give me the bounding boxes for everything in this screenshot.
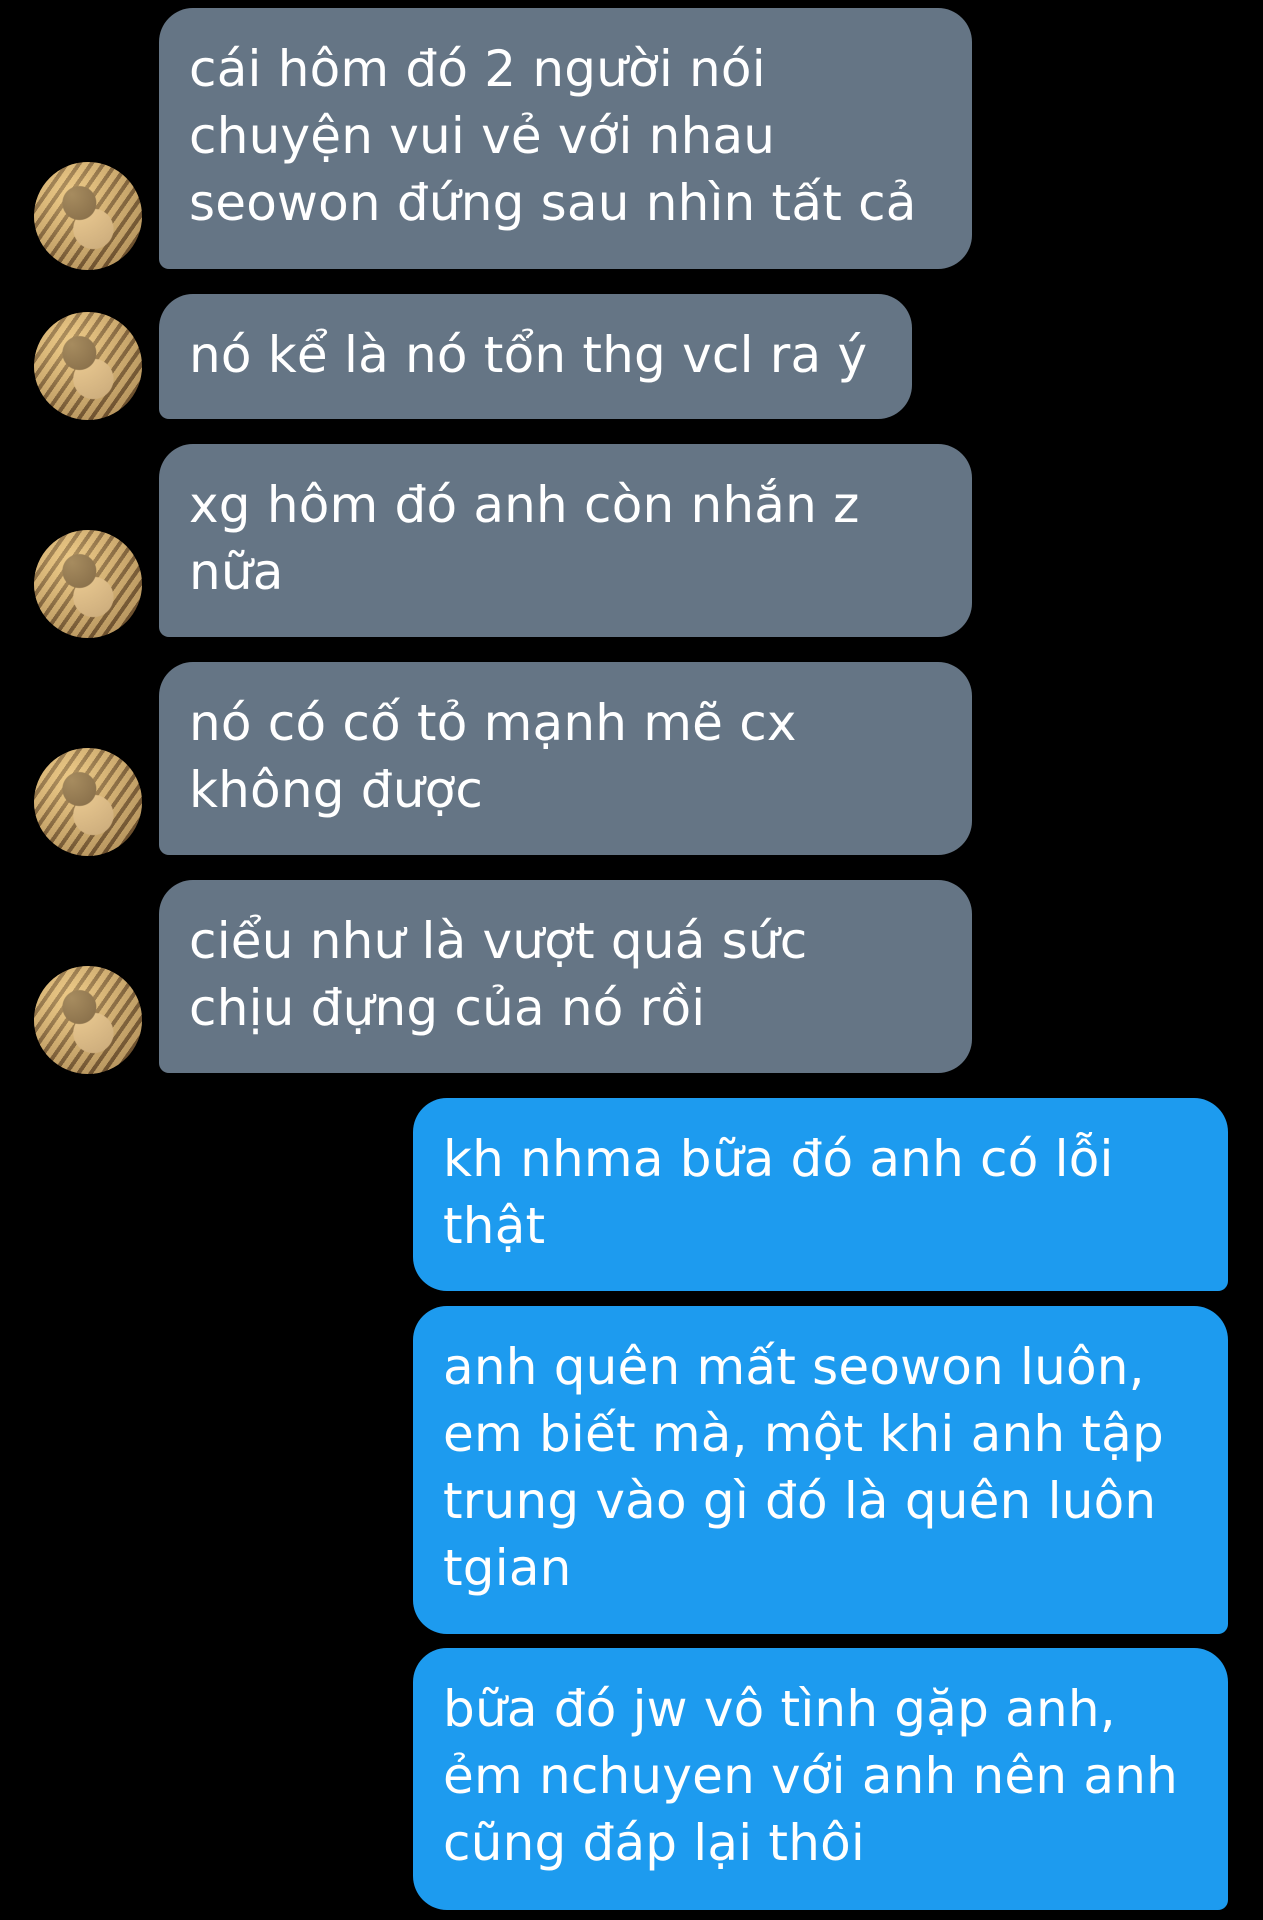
contact-avatar-icon[interactable]	[34, 966, 142, 1074]
outgoing-message-bubble[interactable]: kh nhma bữa đó anh có lỗi thật	[413, 1098, 1228, 1291]
contact-avatar-icon[interactable]	[34, 748, 142, 856]
incoming-message-bubble[interactable]: nó kể là nó tổn thg vcl ra ý	[159, 294, 912, 419]
contact-avatar-icon[interactable]	[34, 530, 142, 638]
contact-avatar-icon[interactable]	[34, 162, 142, 270]
incoming-message-bubble[interactable]: nó có cố tỏ mạnh mẽ cx không được	[159, 662, 972, 855]
outgoing-message-bubble[interactable]: anh quên mất seowon luôn, em biết mà, mộ…	[413, 1306, 1228, 1634]
outgoing-message-bubble[interactable]: bữa đó jw vô tình gặp anh, ẻm nchuyen vớ…	[413, 1648, 1228, 1910]
incoming-message-bubble[interactable]: ciểu như là vượt quá sức chịu đựng của n…	[159, 880, 972, 1073]
incoming-message-bubble[interactable]: cái hôm đó 2 người nói chuyện vui vẻ với…	[159, 8, 972, 269]
contact-avatar-icon[interactable]	[34, 312, 142, 420]
incoming-message-bubble[interactable]: xg hôm đó anh còn nhắn z nữa	[159, 444, 972, 637]
